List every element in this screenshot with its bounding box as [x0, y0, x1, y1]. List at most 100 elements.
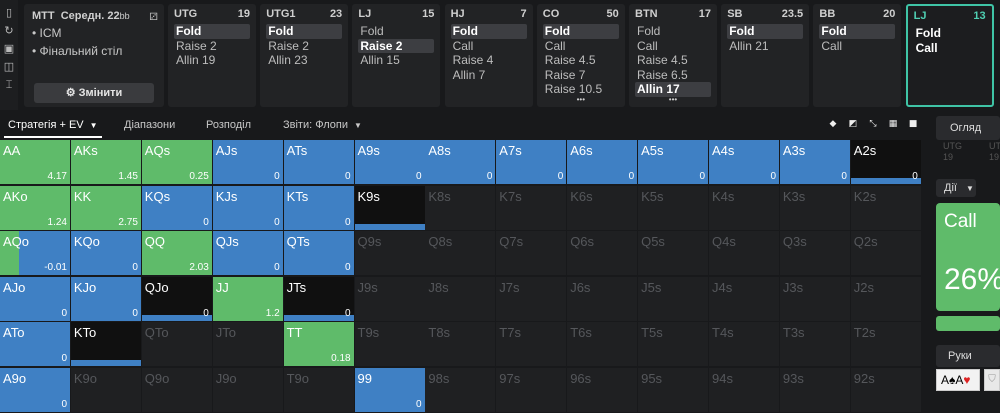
hand-cell-q4s[interactable]: Q4s [709, 231, 779, 275]
hand-cell-k6s[interactable]: K6s [567, 185, 638, 230]
position-card-btn[interactable]: BTN 17 Fold Call Raise 4.5 Raise 6.5 Allin 17 •… [629, 4, 717, 107]
hand-cell-ato[interactable]: ATo 0 [0, 322, 70, 366]
action-option[interactable]: Raise 2 [174, 39, 250, 54]
hand-cell-j6s[interactable]: J6s [567, 276, 638, 321]
hand-cell-kts[interactable]: KTs 0 [283, 185, 354, 230]
hand-cell-q6s[interactable]: Q6s [567, 231, 638, 275]
action-option[interactable]: Raise 7 [543, 68, 619, 83]
hand-cell-99[interactable]: 99 0 [354, 367, 425, 412]
action-option[interactable]: Fold [914, 26, 986, 41]
hand-cell-t2s[interactable]: T2s [850, 322, 921, 366]
tab-0[interactable]: Стратегія + EV ▼ [4, 119, 102, 138]
hand-cell-k4s[interactable]: K4s [709, 185, 779, 230]
hand-cell-t7s[interactable]: T7s [496, 322, 567, 366]
hand-cell-q9o[interactable]: Q9o [141, 367, 212, 412]
action-option[interactable]: Call [819, 39, 895, 54]
hand-cell-q2s[interactable]: Q2s [850, 231, 921, 275]
action-option[interactable]: Fold [358, 24, 434, 39]
hand-cell-q7s[interactable]: Q7s [496, 231, 567, 275]
hand-cell-tt[interactable]: TT 0.18 [283, 322, 354, 366]
action-option[interactable]: Fold [450, 24, 527, 39]
action-option[interactable]: Allin 15 [358, 53, 434, 68]
position-card-lj[interactable]: LJ 13 Fold Call [905, 4, 994, 107]
more-icon[interactable]: ••• [635, 95, 711, 103]
hand-cell-ats[interactable]: ATs 0 [283, 140, 354, 184]
position-card-hj[interactable]: HJ 7 Fold Call Raise 4 Allin 7 [444, 4, 533, 107]
hand-cell-a6s[interactable]: A6s 0 [567, 140, 638, 184]
hand-cell-t6s[interactable]: T6s [567, 322, 638, 366]
hand-cell-98s[interactable]: 98s [425, 367, 496, 412]
action-option[interactable]: Raise 4.5 [635, 53, 711, 68]
hand-cell-kk[interactable]: KK 2.75 [70, 185, 141, 230]
action-option[interactable]: Allin 21 [727, 39, 803, 54]
hand-cell-a2s[interactable]: A2s 0 [850, 140, 921, 184]
action-option[interactable]: Raise 4.5 [543, 53, 619, 68]
text-icon[interactable]: ⌶ [3, 78, 15, 92]
hand-cell-93s[interactable]: 93s [779, 367, 850, 412]
change-button[interactable]: ⚙ Змінити [34, 83, 154, 103]
hand-cell-k7s[interactable]: K7s [496, 185, 567, 230]
compress-icon[interactable]: ⤡ [866, 117, 880, 131]
hand-cell-a3s[interactable]: A3s 0 [779, 140, 850, 184]
actions-dropdown[interactable]: Дії ▼ [936, 179, 976, 197]
hand-cell-ajo[interactable]: AJo 0 [0, 276, 70, 321]
action-option[interactable]: Call [914, 41, 986, 56]
action-option[interactable]: Call [635, 39, 711, 54]
hand-cell-j3s[interactable]: J3s [779, 276, 850, 321]
hand-cell-qq[interactable]: QQ 2.03 [141, 231, 212, 275]
tab-1[interactable]: Діапазони [124, 119, 175, 131]
hand-cell-t9o[interactable]: T9o [283, 367, 354, 412]
hand-cell-t9s[interactable]: T9s [354, 322, 425, 366]
hand-cell-t3s[interactable]: T3s [779, 322, 850, 366]
hand-cell-j9s[interactable]: J9s [354, 276, 425, 321]
hand-cell-96s[interactable]: 96s [567, 367, 638, 412]
position-card-bb[interactable]: BB 20 Fold Call [813, 4, 902, 107]
shield-icon[interactable]: ⛉ [984, 369, 1000, 391]
hand-cell-ako[interactable]: AKo 1.24 [0, 185, 70, 230]
hand-cell-q5s[interactable]: Q5s [638, 231, 709, 275]
action-option[interactable]: Fold [174, 24, 250, 39]
bookmark-icon[interactable]: ▯ [3, 6, 15, 20]
action-option[interactable]: Allin 19 [174, 53, 250, 68]
grid-icon[interactable]: ▦ [886, 117, 900, 131]
hand-cell-j2s[interactable]: J2s [850, 276, 921, 321]
hand-cell-qjs[interactable]: QJs 0 [212, 231, 283, 275]
refresh-icon[interactable]: ↻ [3, 24, 15, 38]
action-summary[interactable]: Call 26% [936, 203, 1000, 311]
hand-cell-kqs[interactable]: KQs 0 [141, 185, 212, 230]
hand-cell-aa[interactable]: AA 4.17 [0, 140, 70, 184]
hand-cell-aqo[interactable]: AQo -0.01 [0, 231, 70, 275]
position-card-lj[interactable]: LJ 15 Fold Raise 2 Allin 15 [352, 4, 441, 107]
hand-cell-j5s[interactable]: J5s [638, 276, 709, 321]
action-option[interactable]: Fold [266, 24, 343, 39]
action-option[interactable]: Allin 23 [266, 53, 342, 68]
tab-3[interactable]: Звіти: Флопи ▼ [283, 119, 362, 131]
action-option[interactable]: Allin 7 [451, 68, 527, 83]
hand-cell-q8s[interactable]: Q8s [425, 231, 496, 275]
hand-cell-jj[interactable]: JJ 1.2 [212, 276, 283, 321]
hand-cell-q9s[interactable]: Q9s [354, 231, 425, 275]
hand-cell-92s[interactable]: 92s [850, 367, 921, 412]
hand-cell-97s[interactable]: 97s [496, 367, 567, 412]
save-icon[interactable]: ▣ [3, 42, 15, 56]
contrast-icon[interactable]: ◩ [846, 117, 860, 131]
hand-cell-qto[interactable]: QTo [141, 322, 212, 366]
gamepad-icon[interactable]: ◫ [3, 60, 15, 74]
action-option[interactable]: Fold [727, 24, 804, 39]
hand-cell-k8s[interactable]: K8s [425, 185, 496, 230]
hand-cell-kqo[interactable]: KQo 0 [70, 231, 141, 275]
hand-cell-ajs[interactable]: AJs 0 [212, 140, 283, 184]
hand-cell-kjo[interactable]: KJo 0 [70, 276, 141, 321]
hand-cell-q3s[interactable]: Q3s [779, 231, 850, 275]
action-option[interactable]: Call [451, 39, 527, 54]
hand-cell-j8s[interactable]: J8s [425, 276, 496, 321]
action-option[interactable]: Call [543, 39, 619, 54]
hand-cell-k9o[interactable]: K9o [70, 367, 141, 412]
position-card-co[interactable]: CO 50 Fold Call Raise 4.5 Raise 7 Raise 10.5 ••… [536, 4, 625, 107]
hand-cell-a9o[interactable]: A9o 0 [0, 367, 70, 412]
action-option[interactable]: Raise 2 [266, 39, 342, 54]
card-combo[interactable]: A♠A♥ [936, 369, 980, 391]
hand-cell-a8s[interactable]: A8s 0 [425, 140, 496, 184]
hand-cell-j9o[interactable]: J9o [212, 367, 283, 412]
hand-cell-94s[interactable]: 94s [709, 367, 779, 412]
